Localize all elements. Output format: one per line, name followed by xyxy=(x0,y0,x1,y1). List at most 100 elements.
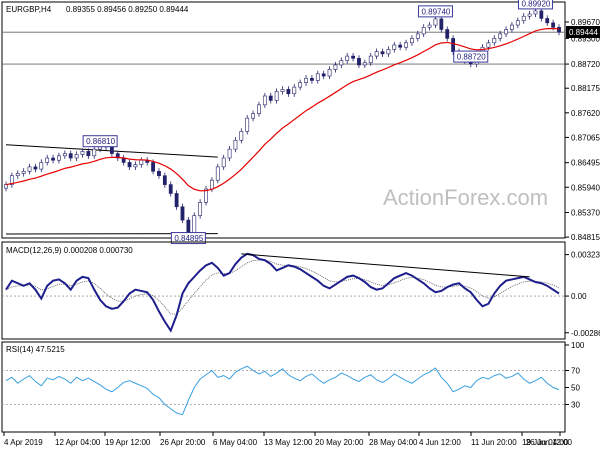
candle-body xyxy=(445,29,450,39)
candle-body xyxy=(327,69,332,77)
price-tick-label: 0.86495 xyxy=(571,159,600,168)
candle-body xyxy=(80,151,85,155)
candle-body xyxy=(286,89,291,95)
price-annotation-label: 0.88720 xyxy=(457,53,486,62)
x-tick-label: 6 May 04:00 xyxy=(213,438,258,447)
watermark: ActionForex.com xyxy=(383,185,548,210)
candle-body xyxy=(21,171,26,174)
rsi-tick-label: 100 xyxy=(571,341,585,350)
candle-body xyxy=(357,58,361,66)
candle-body xyxy=(321,73,326,77)
candle-body xyxy=(333,64,338,70)
candle-body xyxy=(4,184,8,189)
candle-body xyxy=(374,51,379,57)
candle-body xyxy=(62,153,67,157)
rsi-label: RSI(14) 47.5215 xyxy=(6,345,65,354)
x-tick-label: 19 Apr 12:00 xyxy=(105,438,151,447)
candle-body xyxy=(162,175,167,185)
candle-body xyxy=(386,49,391,55)
candle-body xyxy=(39,162,44,170)
candle-body xyxy=(298,82,303,88)
candle-body xyxy=(362,62,367,66)
macd-tick-label: 0.003239 xyxy=(571,251,600,260)
macd-tick-label: -0.002868 xyxy=(571,329,600,338)
candle-body xyxy=(486,42,491,48)
candle-body xyxy=(127,162,132,168)
candle-body xyxy=(410,38,414,44)
candle-body xyxy=(433,18,438,26)
x-tick-label: 4 Apr 2019 xyxy=(4,438,43,447)
x-tick-label: 13 May 12:00 xyxy=(264,438,313,447)
candle-body xyxy=(33,166,38,170)
price-annotation-label: 0.89740 xyxy=(421,7,450,16)
candle-body xyxy=(157,171,161,177)
candle-body xyxy=(251,113,255,119)
candle-body xyxy=(186,219,191,234)
candle-body xyxy=(504,29,508,35)
x-tick-label: 20 May 20:00 xyxy=(315,438,364,447)
candle-body xyxy=(427,24,432,28)
candle-body xyxy=(174,193,179,208)
candle-body xyxy=(210,179,214,190)
candle-body xyxy=(404,42,408,48)
price-annotation-label: 0.89920 xyxy=(521,0,550,8)
macd-label: MACD(12,26,9) 0.000208 0.000730 xyxy=(6,246,133,255)
x-tick-label: 26 Jun 12:00 xyxy=(526,438,573,447)
candle-body xyxy=(551,22,556,28)
candle-body xyxy=(86,151,91,157)
rsi-tick-label: 30 xyxy=(571,401,580,410)
candle-body xyxy=(68,153,73,159)
x-tick-label: 26 Apr 20:00 xyxy=(160,438,206,447)
price-tick-label: 0.88175 xyxy=(571,84,600,93)
candle-body xyxy=(510,24,514,30)
price-tick-label: 0.87620 xyxy=(571,109,600,118)
price-ohlc-label: 0.89355 0.89456 0.89250 0.89444 xyxy=(66,5,189,14)
candle-body xyxy=(27,166,32,172)
candle-body xyxy=(492,38,497,44)
price-symbol-label: EURGBP,H4 xyxy=(6,5,52,14)
candle-body xyxy=(345,55,350,61)
candle-body xyxy=(198,202,203,216)
x-tick-label: 12 Apr 04:00 xyxy=(55,438,101,447)
candle-body xyxy=(180,206,185,221)
candle-body xyxy=(139,159,144,165)
candle-body xyxy=(557,26,561,33)
candle-body xyxy=(268,95,273,101)
candle-body xyxy=(168,184,173,194)
candle-body xyxy=(304,77,308,83)
current-price-label: 0.89444 xyxy=(569,28,598,37)
chart-background xyxy=(0,0,600,450)
candle-body xyxy=(15,173,20,177)
candle-body xyxy=(451,38,456,52)
candle-body xyxy=(310,77,314,81)
candle-body xyxy=(280,89,285,92)
rsi-tick-label: 50 xyxy=(571,384,580,393)
candle-body xyxy=(57,155,61,161)
price-tick-label: 0.89670 xyxy=(571,18,600,27)
candle-body xyxy=(274,91,279,101)
candle-body xyxy=(92,148,97,157)
candle-body xyxy=(439,18,444,30)
price-tick-label: 0.87065 xyxy=(571,133,600,142)
price-tick-label: 0.85370 xyxy=(571,209,600,218)
candle-body xyxy=(368,55,373,64)
candle-body xyxy=(51,157,55,161)
candle-body xyxy=(415,33,420,39)
candle-body xyxy=(239,131,244,141)
candle-body xyxy=(380,51,385,55)
candle-body xyxy=(398,44,403,48)
candle-body xyxy=(515,20,520,26)
price-tick-label: 0.85940 xyxy=(571,183,600,192)
candle-body xyxy=(245,117,250,132)
x-tick-label: 11 Jun 20:00 xyxy=(471,438,517,447)
candle-body xyxy=(521,15,526,21)
candle-body xyxy=(262,95,267,106)
candle-body xyxy=(215,166,220,181)
candle-body xyxy=(221,157,226,168)
price-annotation-label: 0.86810 xyxy=(86,137,115,146)
candle-body xyxy=(527,13,532,17)
candle-body xyxy=(257,104,261,115)
candle-body xyxy=(292,86,297,95)
x-tick-label: 28 May 04:00 xyxy=(369,438,418,447)
candle-body xyxy=(192,215,197,234)
